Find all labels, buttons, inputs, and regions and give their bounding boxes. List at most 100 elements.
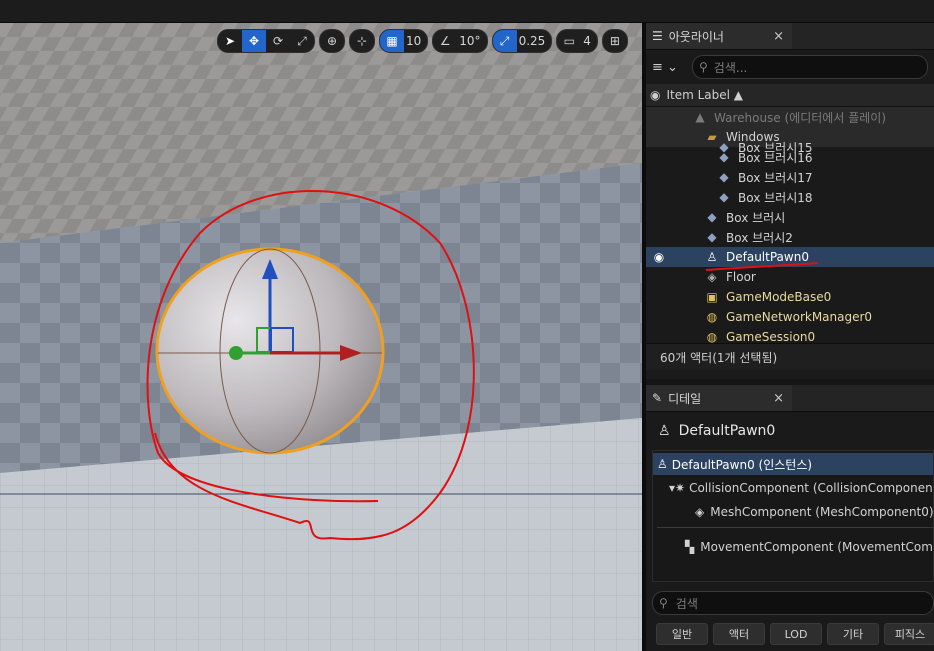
component-label: CollisionComponent (CollisionComponent) (689, 481, 933, 495)
pencil-icon: ✎ (652, 391, 663, 405)
component-label: MovementComponent (MovementComponent0) (700, 540, 933, 554)
outliner-tree: ▲ Warehouse (에디터에서 플레이) ▰ Windows ◆ Box … (646, 107, 934, 343)
list-item[interactable]: ◈ Floor (646, 267, 934, 287)
list-item[interactable]: ◍ GameSession0 (646, 327, 934, 343)
outliner-icon: ☰ (652, 29, 663, 43)
coord-space-group: ⊕ (319, 29, 345, 53)
list-item-label: DefaultPawn0 (726, 250, 809, 264)
category-general-button[interactable]: 일반 (656, 623, 708, 645)
list-item-label: Warehouse (에디터에서 플레이) (714, 110, 887, 125)
scale-snap-group: ⤢ 0.25 (491, 29, 553, 53)
camera-speed-group: ▭ 4 (556, 29, 598, 53)
layout-group: ⊞ (601, 29, 628, 53)
game-mode-icon: ▣ (706, 290, 718, 304)
list-item-selected[interactable]: ◉ ♙ DefaultPawn0 (646, 247, 934, 267)
list-item-label: Box 브러시16 (738, 150, 813, 165)
list-item-label: Floor (726, 270, 756, 284)
details-actor-header: ♙ DefaultPawn0 (646, 412, 934, 450)
search-placeholder: 검색... (713, 60, 748, 75)
filter-icon[interactable]: ≡ ⌄ (652, 60, 686, 75)
list-item-label: Box 브러시2 (726, 230, 793, 245)
viewport-toolbar: ➤ ✥ ⟳ ⤢ ⊕ ⊹ ▦ 10 ∠ 10° ⤢ 0.25 ▭ 4 ⊞ (217, 29, 628, 53)
category-actor-button[interactable]: 액터 (713, 623, 765, 645)
camera-speed-value[interactable]: 4 (581, 34, 597, 48)
outliner-tab-bar: ☰ 아웃라이너 × (646, 23, 934, 50)
list-item-label: Box 브러시17 (738, 170, 813, 185)
search-icon: ⚲ (659, 596, 668, 610)
list-item-label: GameNetworkManager0 (726, 310, 873, 324)
search-icon: ⚲ (699, 60, 708, 74)
rotation-snap-group: ∠ 10° (432, 29, 488, 53)
list-item-label: Box 브러시 (726, 210, 786, 225)
brush-icon: ◆ (707, 210, 717, 224)
pawn-icon: ♙ (657, 457, 668, 471)
mesh-component-icon: ◈ (695, 505, 705, 519)
list-item[interactable]: ◆ Box 브러시17 (646, 167, 934, 187)
category-misc-button[interactable]: 기타 (827, 623, 879, 645)
outliner-panel: ☰ 아웃라이너 × ≡ ⌄ ⚲ 검색... ◉ Item Label ▲ ▲ W… (646, 23, 934, 379)
transform-mode-group: ➤ ✥ ⟳ ⤢ (217, 29, 315, 53)
outliner-search-input[interactable]: ⚲ 검색... (692, 55, 928, 79)
item-label-header[interactable]: Item Label ▲ (666, 88, 743, 102)
list-item[interactable]: ◍ GameNetworkManager0 (646, 307, 934, 327)
component-row[interactable]: ♙ DefaultPawn0 (인스턴스) (653, 453, 933, 475)
level-icon: ▲ (695, 110, 705, 124)
rotation-snap-value[interactable]: 10° (457, 34, 486, 48)
scale-mode-icon[interactable]: ⤢ (290, 30, 314, 52)
list-item[interactable]: ◆ Box 브러시16 (646, 147, 934, 167)
session-icon: ◍ (706, 330, 718, 343)
brush-icon: ◆ (719, 170, 729, 184)
category-lod-button[interactable]: LOD (770, 623, 822, 645)
camera-icon[interactable]: ▭ (557, 30, 581, 52)
grid-snap-group: ▦ 10 (379, 29, 429, 53)
select-mode-icon[interactable]: ➤ (218, 30, 242, 52)
level-viewport[interactable]: ➤ ✥ ⟳ ⤢ ⊕ ⊹ ▦ 10 ∠ 10° ⤢ 0.25 ▭ 4 ⊞ (0, 23, 642, 651)
details-tab-label: 디테일 (668, 391, 702, 406)
surface-snap-icon[interactable]: ⊹ (350, 30, 374, 52)
brush-icon: ◆ (719, 150, 729, 164)
list-item[interactable]: ◆ Box 브러시18 (646, 187, 934, 207)
network-icon: ◍ (706, 310, 718, 324)
list-item-label: GameModeBase0 (726, 290, 832, 304)
viewport-scene (0, 23, 642, 651)
rotation-snap-icon[interactable]: ∠ (433, 30, 457, 52)
brush-icon: ◆ (707, 230, 717, 244)
pawn-icon: ♙ (658, 423, 671, 439)
list-item-label: Box 브러시18 (738, 190, 813, 205)
list-item[interactable]: ◆ Box 브러시2 (646, 227, 934, 247)
rotate-mode-icon[interactable]: ⟳ (266, 30, 290, 52)
component-row[interactable]: ◈ MeshComponent (MeshComponent0) (653, 501, 933, 523)
grid-snap-value[interactable]: 10 (404, 34, 427, 48)
component-row[interactable]: ▚ MovementComponent (MovementComponent0) (653, 536, 933, 558)
surface-snap-group: ⊹ (349, 29, 375, 53)
list-item-label: GameSession0 (726, 330, 816, 343)
visibility-header-icon: ◉ (650, 88, 661, 102)
visibility-eye-icon[interactable]: ◉ (651, 250, 667, 264)
details-category-filters: 일반 액터 LOD 기타 피직스 (656, 623, 934, 645)
outliner-search-row: ≡ ⌄ ⚲ 검색... (646, 50, 934, 84)
brush-icon: ◆ (719, 190, 729, 204)
scale-snap-value[interactable]: 0.25 (517, 34, 552, 48)
list-item[interactable]: ▣ GameModeBase0 (646, 287, 934, 307)
world-space-icon[interactable]: ⊕ (320, 30, 344, 52)
grid-snap-icon[interactable]: ▦ (380, 30, 404, 52)
list-item[interactable]: ◆ Box 브러시 (646, 207, 934, 227)
category-physics-button[interactable]: 피직스 (884, 623, 934, 645)
close-icon[interactable]: × (773, 29, 784, 44)
translate-mode-icon[interactable]: ✥ (242, 30, 266, 52)
actor-name[interactable]: DefaultPawn0 (679, 423, 776, 439)
expand-arrow-icon[interactable]: ▾✷ (669, 481, 685, 495)
details-search-input[interactable]: ⚲ 검색 (652, 591, 934, 615)
pawn-icon: ♙ (706, 250, 718, 264)
list-item[interactable]: ▲ Warehouse (에디터에서 플레이) (646, 107, 934, 127)
tab-outliner[interactable]: ☰ 아웃라이너 × (646, 23, 792, 49)
static-mesh-icon: ◈ (707, 270, 717, 284)
tab-details[interactable]: ✎ 디테일 × (646, 385, 792, 411)
component-row[interactable]: ▾✷ CollisionComponent (CollisionComponen… (653, 477, 933, 499)
viewport-layout-icon[interactable]: ⊞ (603, 30, 627, 52)
close-icon[interactable]: × (773, 391, 784, 406)
component-tree: ♙ DefaultPawn0 (인스턴스) ▾✷ CollisionCompon… (652, 450, 934, 582)
scale-snap-icon[interactable]: ⤢ (492, 30, 517, 52)
outliner-column-header[interactable]: ◉ Item Label ▲ (646, 84, 934, 107)
component-label: DefaultPawn0 (인스턴스) (671, 457, 813, 472)
